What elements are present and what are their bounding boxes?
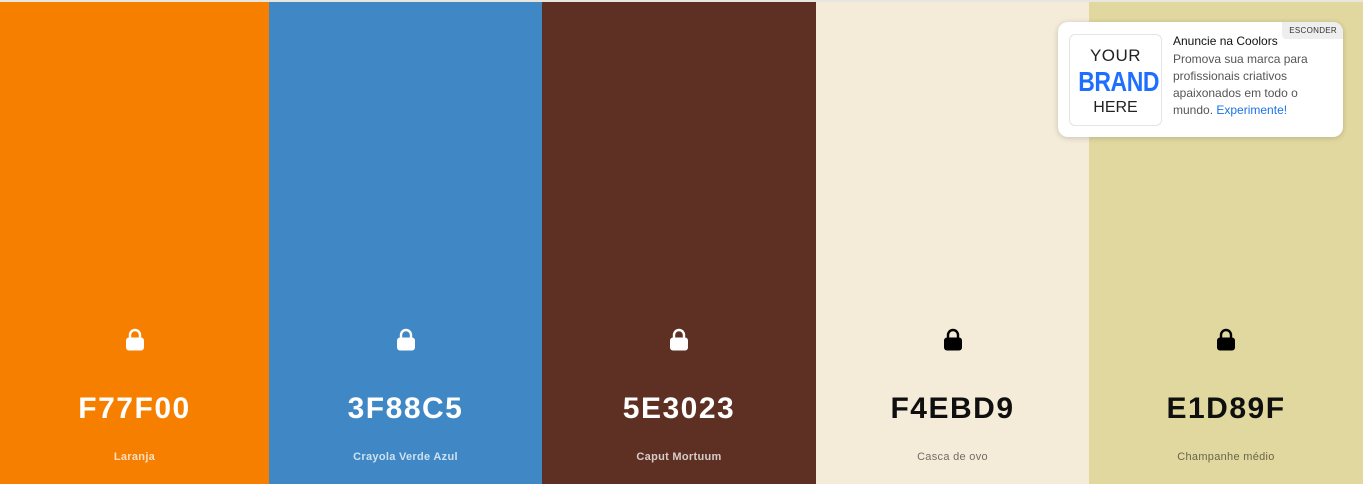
color-swatch-1[interactable]: F77F00 Laranja [0, 2, 269, 484]
ad-card[interactable]: YOUR BRAND HERE Anuncie na Coolors Promo… [1058, 22, 1343, 137]
color-name[interactable]: Caput Mortuum [542, 451, 816, 463]
lock-icon[interactable] [1216, 328, 1236, 352]
lock-icon[interactable] [669, 328, 689, 352]
color-swatch-2[interactable]: 3F88C5 Crayola Verde Azul [269, 2, 542, 484]
ad-title[interactable]: Anuncie na Coolors [1173, 34, 1278, 48]
ad-logo-line-2: BRAND [1078, 66, 1160, 97]
color-hex-code[interactable]: 3F88C5 [269, 392, 542, 426]
lock-icon[interactable] [125, 328, 145, 352]
hide-ad-button[interactable]: ESCONDER [1282, 22, 1343, 39]
ad-logo-line-3: HERE [1093, 99, 1138, 116]
ad-logo-line-1: YOUR [1089, 46, 1142, 65]
color-name[interactable]: Laranja [0, 451, 269, 463]
ad-cta-link[interactable]: Experimente! [1216, 103, 1287, 117]
ad-description: Promova sua marca para profissionais cri… [1173, 51, 1333, 119]
color-name[interactable]: Champanhe médio [1089, 451, 1363, 463]
color-hex-code[interactable]: 5E3023 [542, 392, 816, 426]
color-name[interactable]: Crayola Verde Azul [269, 451, 542, 463]
lock-icon[interactable] [396, 328, 416, 352]
color-hex-code[interactable]: F77F00 [0, 392, 269, 426]
color-swatch-4[interactable]: F4EBD9 Casca de ovo [816, 2, 1089, 484]
color-hex-code[interactable]: E1D89F [1089, 392, 1363, 426]
color-name[interactable]: Casca de ovo [816, 451, 1089, 463]
color-hex-code[interactable]: F4EBD9 [816, 392, 1089, 426]
ad-brand-logo[interactable]: YOUR BRAND HERE [1069, 34, 1162, 126]
lock-icon[interactable] [943, 328, 963, 352]
color-swatch-3[interactable]: 5E3023 Caput Mortuum [542, 2, 816, 484]
color-palette: F77F00 Laranja 3F88C5 Crayola Verde Azul… [0, 0, 1363, 484]
